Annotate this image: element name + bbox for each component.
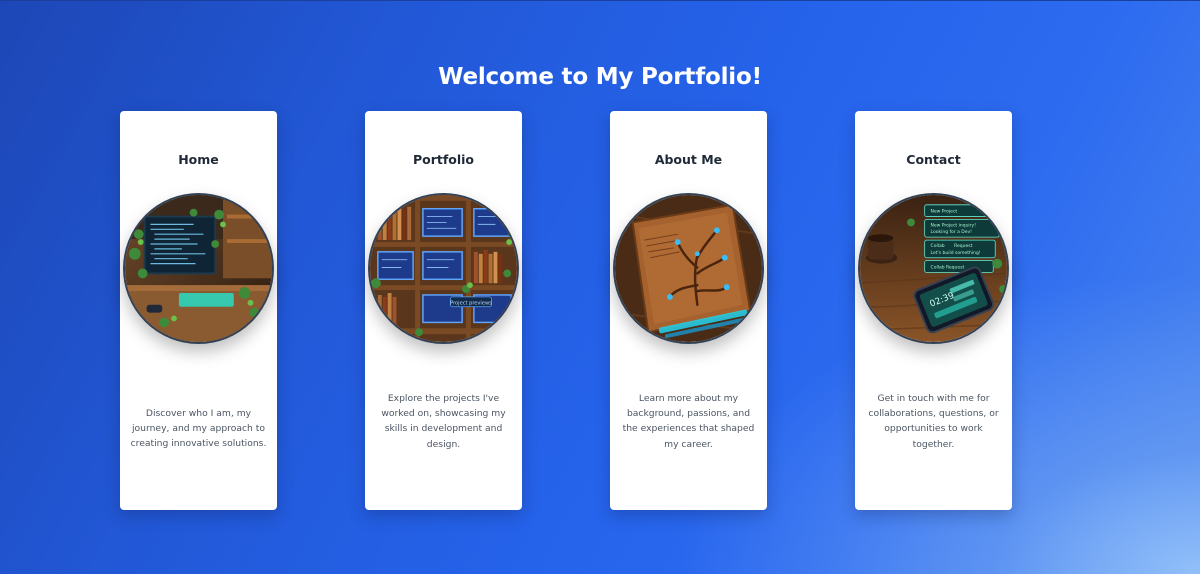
bookshelf-screens-illustration-icon: Project previews	[368, 193, 519, 344]
card-title-contact: Contact	[906, 152, 961, 167]
notification-text: Collab Request	[931, 265, 965, 271]
notification-text: Let's build something!	[931, 250, 981, 256]
notification-text: Request	[954, 243, 973, 249]
portfolio-card[interactable]: Portfolio Project previews Explore the p…	[365, 111, 522, 510]
coding-desk-illustration-icon	[123, 193, 274, 344]
notification-text: Looking for a Dev!	[931, 229, 973, 235]
card-description-portfolio: Explore the projects I've worked on, sho…	[381, 393, 506, 450]
page-title: Welcome to My Portfolio!	[438, 64, 762, 90]
tree-book-illustration-icon	[613, 193, 764, 344]
top-border-line	[0, 0, 1200, 1]
phone-notifications-illustration-icon: New Project New Project inquiry! Looking…	[858, 193, 1009, 344]
card-title-home: Home	[178, 152, 219, 167]
card-title-about-me: About Me	[654, 152, 723, 167]
contact-card[interactable]: Contact New Project New Project inquiry!…	[855, 111, 1012, 510]
notification-text: New Project inquiry!	[931, 222, 977, 228]
card-description-contact: Get in touch with me for collaborations,…	[868, 393, 999, 450]
card-description-home: Discover who I am, my journey, and my ap…	[130, 408, 267, 450]
notification-text: Collab	[931, 243, 945, 249]
card-description-about-me: Learn more about my background, passions…	[622, 393, 755, 450]
home-card[interactable]: Home Discover who I am, my journey, and …	[120, 111, 277, 510]
notification-text: New Project	[931, 209, 958, 215]
card-title-portfolio: Portfolio	[412, 152, 475, 167]
project-previews-caption: Project previews	[450, 300, 492, 306]
about-me-card[interactable]: About Me Learn more about my background,…	[610, 111, 767, 510]
